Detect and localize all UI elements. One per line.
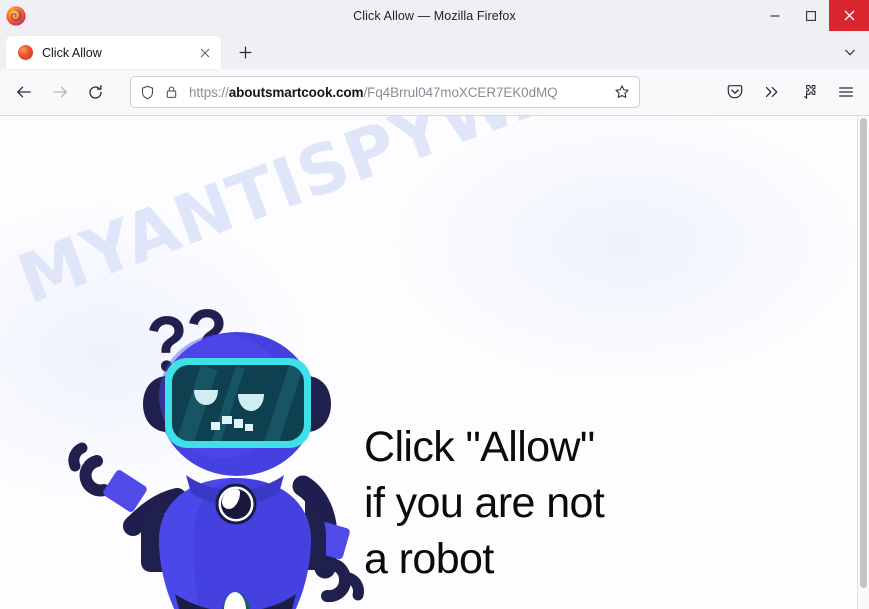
- forward-button[interactable]: [43, 76, 76, 109]
- scrollbar-thumb[interactable]: [860, 118, 867, 588]
- url-path: /Fq4Brrul047moXCER7EK0dMQ: [363, 84, 558, 100]
- window-controls: [757, 0, 869, 31]
- tab-strip: Click Allow: [0, 31, 869, 69]
- tab-title: Click Allow: [42, 45, 102, 60]
- robot-left-hand: [68, 442, 147, 512]
- page-content: MYANTISPYWARE.COM: [0, 116, 869, 609]
- toolbar-right-buttons: [714, 76, 862, 109]
- close-window-button[interactable]: [829, 0, 869, 31]
- list-all-tabs-button[interactable]: [835, 37, 865, 67]
- puzzle-piece-icon[interactable]: [792, 76, 825, 109]
- back-button[interactable]: [7, 76, 40, 109]
- window-title: Click Allow — Mozilla Firefox: [353, 8, 516, 23]
- robot-ear-right: [309, 376, 331, 432]
- url-scheme: https://: [189, 84, 229, 100]
- hamburger-menu-icon[interactable]: [829, 76, 862, 109]
- url-text[interactable]: https://aboutsmartcook.com/Fq4Brrul047mo…: [189, 85, 610, 100]
- reload-button[interactable]: [79, 76, 112, 109]
- minimize-button[interactable]: [757, 0, 793, 31]
- double-chevron-icon[interactable]: [755, 76, 788, 109]
- page-headline: Click "Allow" if you are not a robot: [364, 423, 605, 583]
- tab-favicon-icon: [18, 45, 33, 60]
- browser-tab[interactable]: Click Allow: [6, 36, 221, 69]
- robot-chest-button: [215, 483, 257, 525]
- maximize-button[interactable]: [793, 0, 829, 31]
- firefox-logo-icon: [5, 5, 27, 27]
- firefox-window: Click Allow — Mozilla Firefox Click Allo…: [0, 0, 869, 609]
- padlock-icon[interactable]: [165, 85, 179, 99]
- navigation-toolbar: https://aboutsmartcook.com/Fq4Brrul047mo…: [0, 69, 869, 116]
- page-scrollbar[interactable]: [857, 116, 869, 609]
- url-domain: aboutsmartcook.com: [228, 84, 364, 100]
- tab-close-icon[interactable]: [195, 43, 215, 63]
- confused-robot-illustration: [55, 276, 395, 609]
- url-bar[interactable]: https://aboutsmartcook.com/Fq4Brrul047mo…: [130, 76, 640, 108]
- new-tab-button[interactable]: [230, 37, 260, 67]
- pocket-icon[interactable]: [718, 76, 751, 109]
- window-titlebar: Click Allow — Mozilla Firefox: [0, 0, 869, 31]
- star-icon[interactable]: [614, 84, 632, 100]
- tracking-protection-shield-icon[interactable]: [140, 85, 156, 100]
